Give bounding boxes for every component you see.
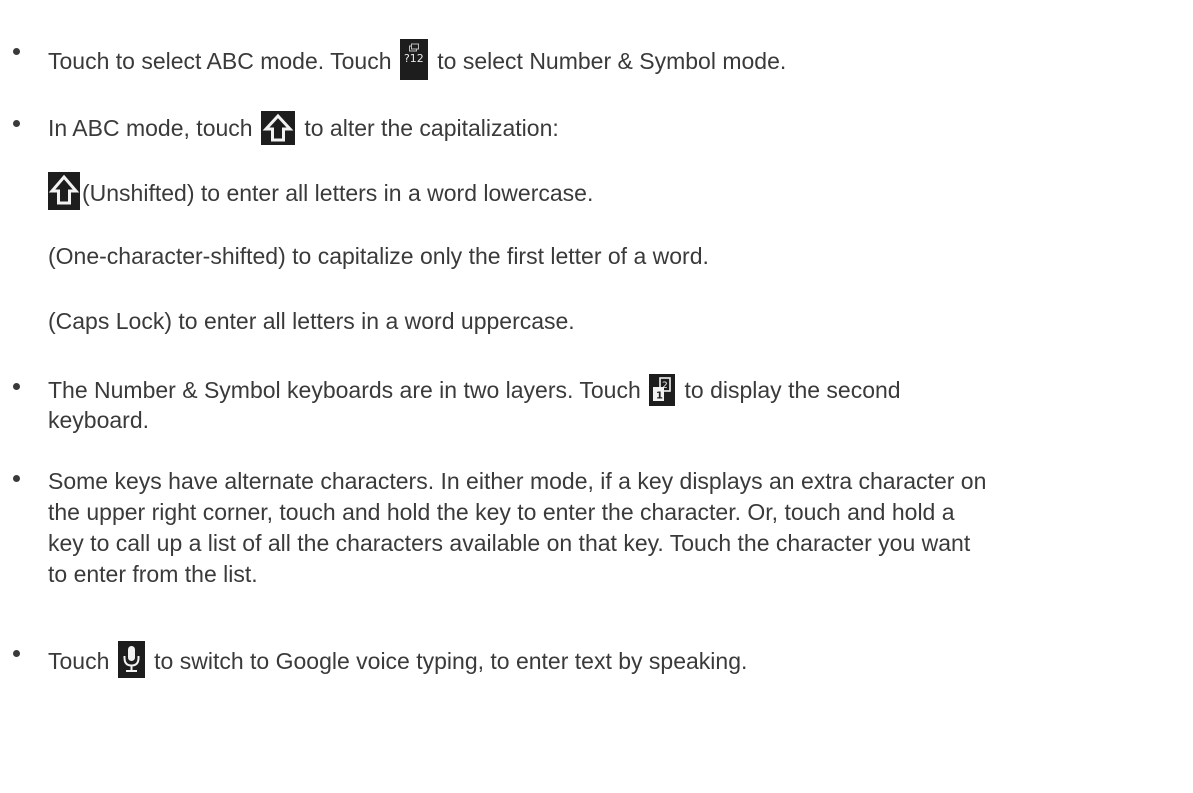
item-text: to display the second (678, 377, 901, 403)
item-abc-mode: Touch to select ABC mode. Touch ?12 to s… (48, 39, 787, 80)
capitalization-text: (Unshifted) to enter all letters in a wo… (82, 180, 594, 206)
bullet (13, 383, 20, 390)
item-text: to alter the capitalization: (297, 115, 559, 141)
item-text: The Number & Symbol keyboards are in two… (48, 377, 648, 403)
bullet (13, 48, 20, 55)
layer-switch-key-icon: 21 (649, 374, 676, 406)
item-alternate-characters-line-2: the upper right corner, touch and hold t… (48, 497, 955, 527)
item-text: Touch (48, 648, 116, 674)
item-abc-capitalization: In ABC mode, touch to alter the capitali… (48, 111, 559, 145)
capitalization-one-shifted: (One-character-shifted) to capitalize on… (48, 241, 709, 271)
shift-unshifted-icon (48, 172, 80, 210)
key-label: ?12 (403, 52, 424, 65)
item-alternate-characters-line-4: to enter from the list. (48, 559, 258, 589)
item-number-symbol-layers-continued: keyboard. (48, 405, 149, 435)
bullet (13, 475, 20, 482)
bullet (13, 120, 20, 127)
item-text: to select Number & Symbol mode. (430, 48, 787, 74)
item-text: Some keys have alternate characters. In … (48, 468, 987, 494)
capitalization-text: (Caps Lock) to enter all letters in a wo… (48, 308, 575, 334)
item-text: keyboard. (48, 407, 150, 433)
item-text: key to call up a list of all the charact… (48, 530, 971, 556)
item-text: Touch to select ABC mode. Touch (48, 48, 398, 74)
item-text: In ABC mode, touch (48, 115, 259, 141)
item-alternate-characters-line-1: Some keys have alternate characters. In … (48, 466, 986, 496)
microphone-key-icon (117, 641, 145, 678)
svg-text:1: 1 (656, 391, 663, 402)
item-alternate-characters-line-3: key to call up a list of all the charact… (48, 528, 970, 558)
shift-key-icon (260, 111, 295, 145)
item-number-symbol-layers: The Number & Symbol keyboards are in two… (48, 374, 901, 406)
bullet (13, 650, 20, 657)
capitalization-text: (One-character-shifted) to capitalize on… (48, 243, 709, 269)
item-text: to switch to Google voice typing, to ent… (147, 648, 748, 674)
capitalization-unshifted: (Unshifted) to enter all letters in a wo… (48, 172, 594, 210)
item-text: the upper right corner, touch and hold t… (48, 499, 955, 525)
item-voice-typing: Touch to switch to Google voice typing, … (48, 641, 748, 678)
item-text: to enter from the list. (48, 561, 258, 587)
capitalization-caps-lock: (Caps Lock) to enter all letters in a wo… (48, 306, 575, 336)
number-symbol-key-icon: ?12 (399, 39, 428, 80)
help-document: Touch to select ABC mode. Touch ?12 to s… (0, 0, 1193, 793)
